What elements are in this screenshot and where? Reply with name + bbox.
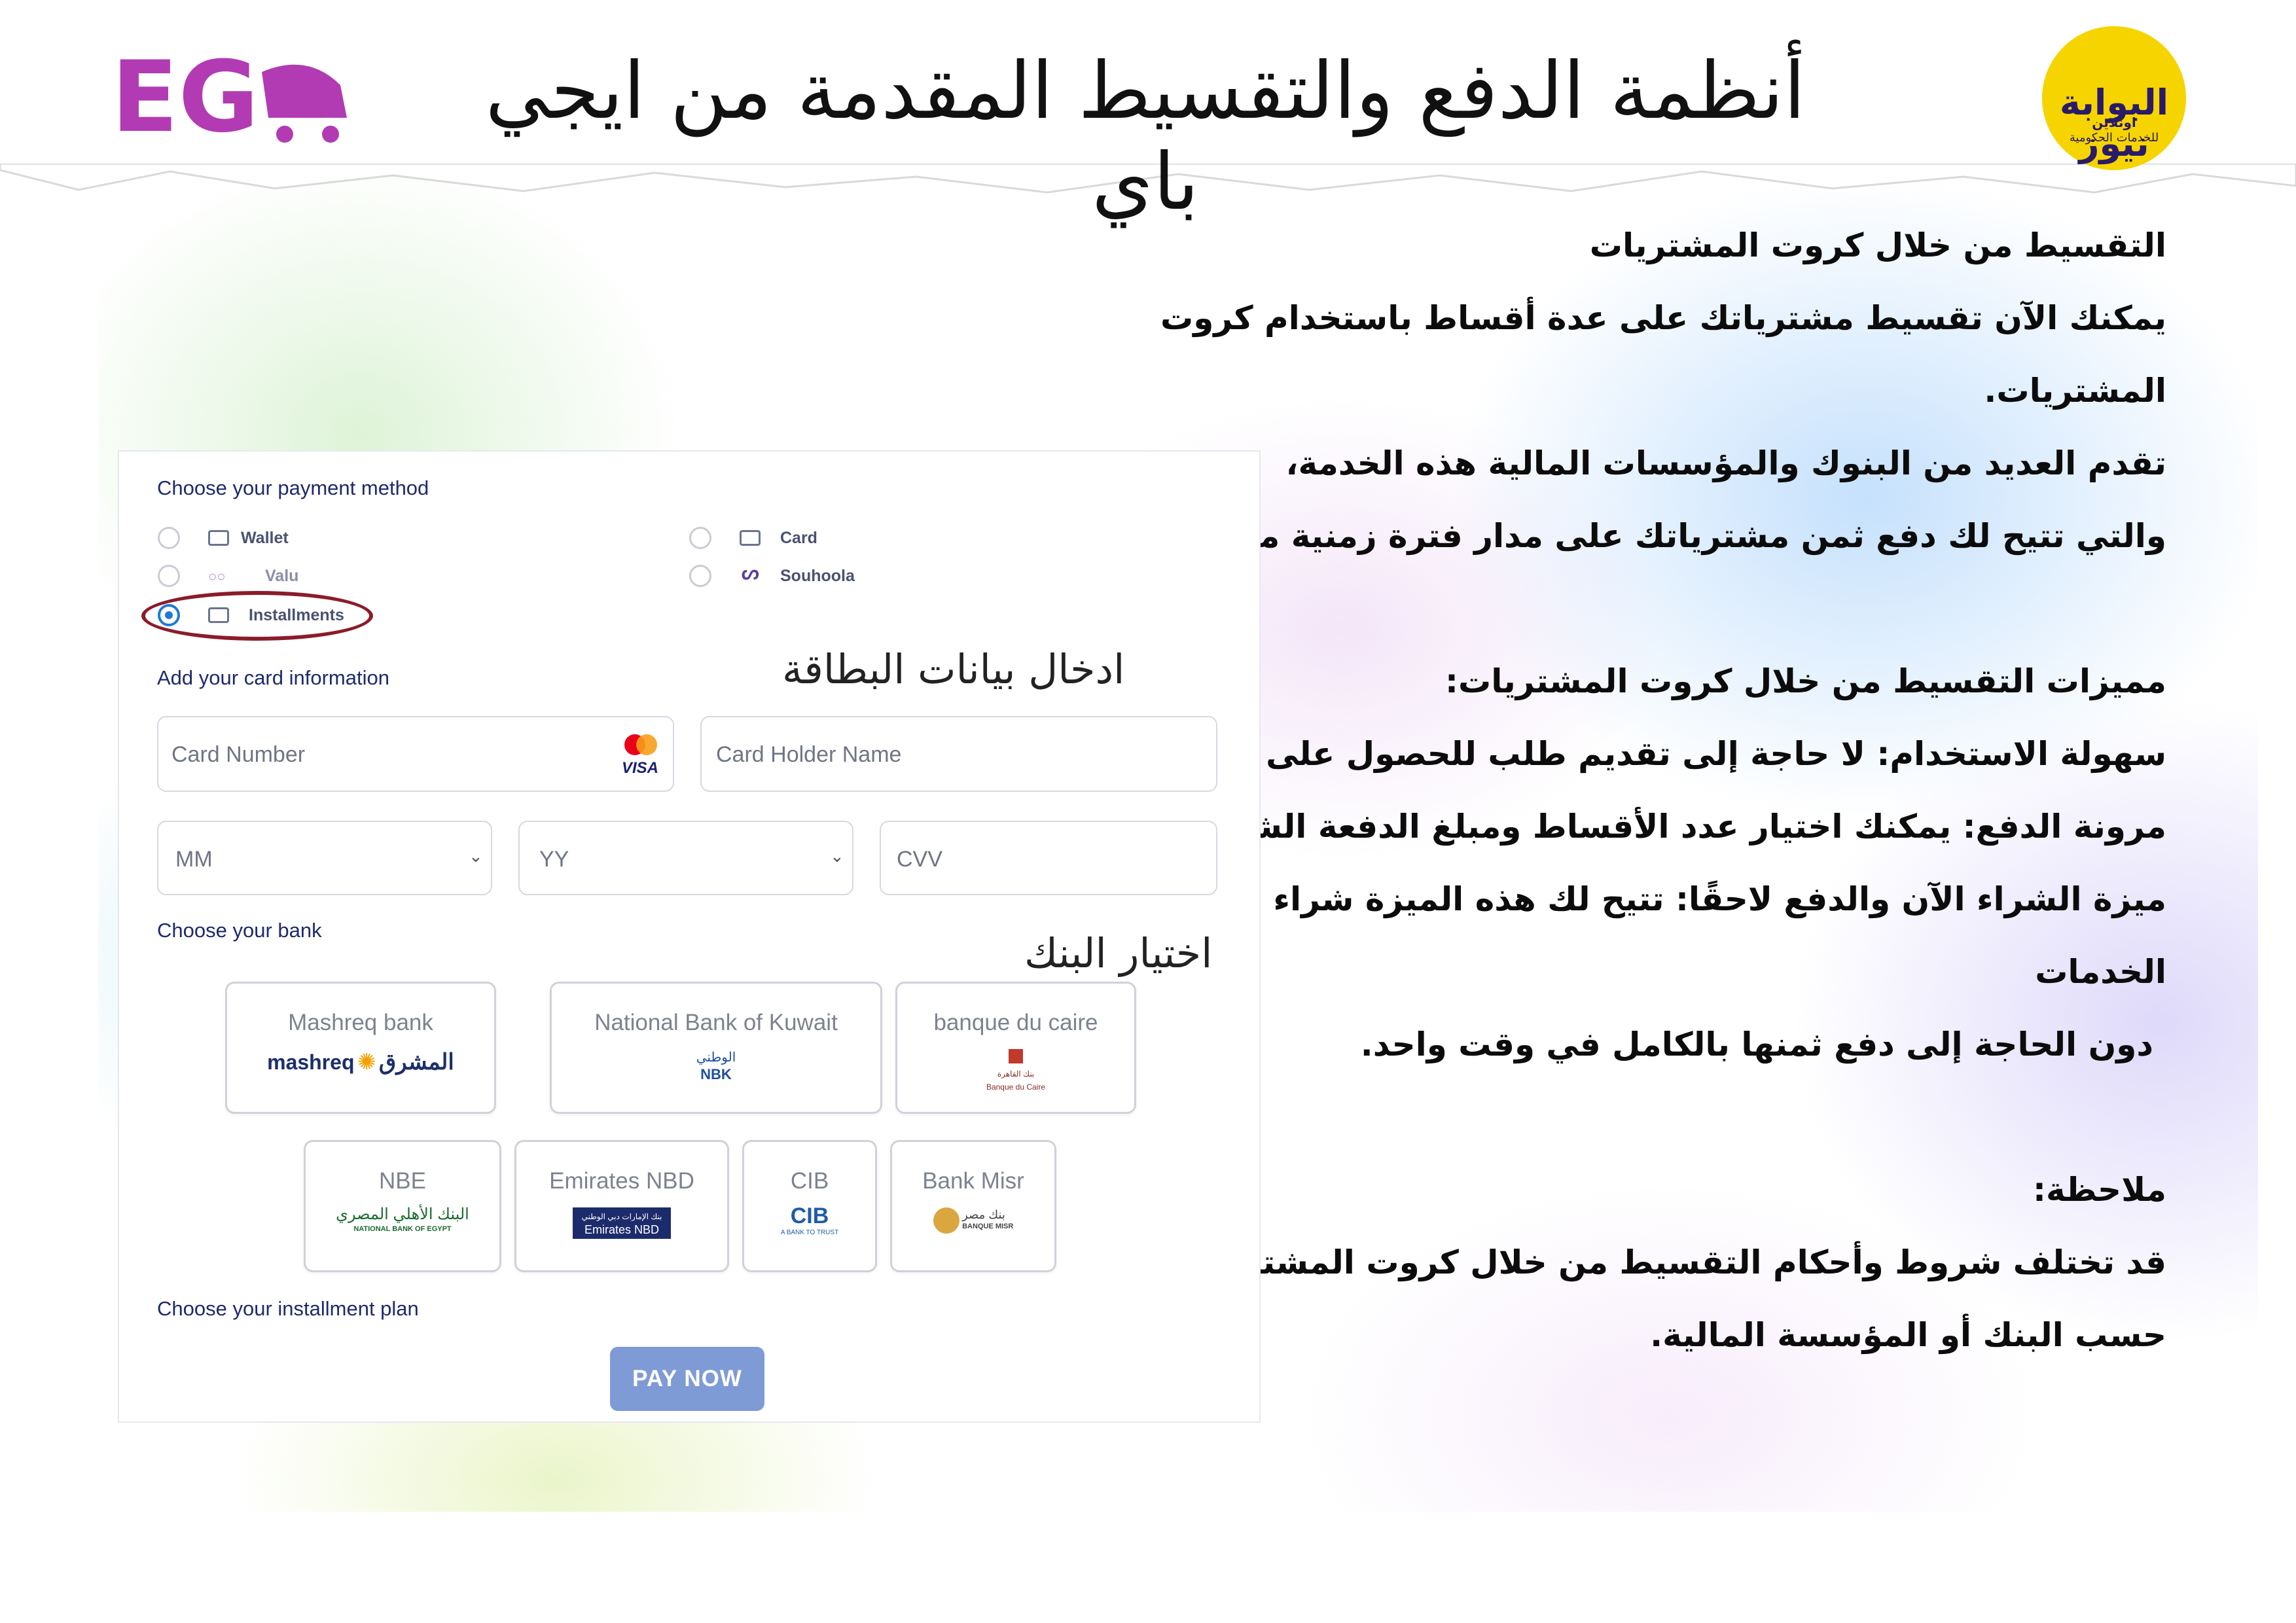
cvv-placeholder: CVV xyxy=(897,847,942,872)
albawaba-logo-caption: للخدمات الحكومية xyxy=(2069,131,2159,145)
visa-icon: VISA xyxy=(622,759,659,777)
albawaba-logo: البوابة نيوز اونلاين للخدمات الحكومية xyxy=(2042,26,2186,170)
bank-name: Emirates NBD xyxy=(549,1168,694,1194)
article-line: ميزة الشراء الآن والدفع لاحقًا: تتيح لك … xyxy=(1126,880,2166,918)
article-line: المشتريات. xyxy=(1984,372,2166,410)
article-line: قد تختلف شروط وأحكام التقسيط من خلال كرو… xyxy=(1185,1243,2166,1281)
article-line: سهولة الاستخدام: لا حاجة إلى تقديم طلب ل… xyxy=(1156,735,2166,773)
egypay-logo: EG xyxy=(111,46,347,151)
bank-option-nbk[interactable]: National Bank of Kuwait الوطني NBK xyxy=(550,982,882,1114)
article-line xyxy=(1165,1081,2166,1154)
article-line xyxy=(1165,573,2166,645)
chevron-down-icon: ⌄ xyxy=(830,847,844,866)
radio-valu[interactable] xyxy=(158,565,180,587)
choose-plan-label: Choose your installment plan xyxy=(157,1297,419,1320)
pay-now-button[interactable]: PAY NOW xyxy=(610,1347,764,1411)
add-card-info-label: Add your card information xyxy=(157,666,389,689)
article-line: مميزات التقسيط من خلال كروت المشتريات: xyxy=(1444,662,2166,700)
radio-card[interactable] xyxy=(689,527,711,549)
article-line: حسب البنك أو المؤسسة المالية. xyxy=(1650,1316,2166,1354)
card-holder-field[interactable]: Card Holder Name xyxy=(700,716,1217,792)
article-line: مرونة الدفع: يمكنك اختيار عدد الأقساط وم… xyxy=(1163,808,2166,846)
radio-souhoola[interactable] xyxy=(689,565,711,587)
bank-option-emirates-nbd[interactable]: Emirates NBD بنك الإمارات دبي الوطني Emi… xyxy=(514,1140,729,1272)
bank-option-cib[interactable]: CIB CIB A BANK TO TRUST xyxy=(742,1140,877,1272)
card-number-field[interactable]: Card Number VISA xyxy=(157,716,674,792)
wallet-icon xyxy=(208,530,229,546)
method-souhoola-label: Souhoola xyxy=(780,567,855,585)
article-line: تقدم العديد من البنوك والمؤسسات المالية … xyxy=(1285,444,2166,482)
card-icon xyxy=(740,530,761,546)
article-line: والتي تتيح لك دفع ثمن مشترياتك على مدار … xyxy=(1168,517,2166,555)
bank-note: اختيار البنك xyxy=(1024,929,1213,977)
expiry-month-select[interactable]: MM ⌄ xyxy=(157,821,492,895)
bank-name: Mashreq bank xyxy=(288,1010,433,1035)
article-line: دون الحاجة إلى دفع ثمنها بالكامل في وقت … xyxy=(1360,1026,2153,1063)
nbk-logo-icon: الوطني NBK xyxy=(696,1050,736,1082)
choose-method-label: Choose your payment method xyxy=(157,476,429,499)
bank-name: banque du caire xyxy=(933,1010,1098,1035)
card-number-placeholder: Card Number xyxy=(171,742,306,767)
cib-logo-icon: CIB A BANK TO TRUST xyxy=(780,1204,839,1236)
method-valu-label: Valu xyxy=(265,567,299,585)
mastercard-icon xyxy=(624,734,657,755)
card-holder-placeholder: Card Holder Name xyxy=(716,742,902,767)
bank-option-bank-misr[interactable]: Bank Misr بنك مصر BANQUE MISR xyxy=(890,1140,1056,1272)
article-line: يمكنك الآن تقسيط مشترياتك على عدة أقساط … xyxy=(1160,299,2166,337)
chevron-down-icon: ⌄ xyxy=(469,847,483,866)
emirates-nbd-logo-icon: بنك الإمارات دبي الوطني Emirates NBD xyxy=(516,1207,727,1239)
bank-option-nbe[interactable]: NBE البنك الأهلي المصري NATIONAL BANK OF… xyxy=(304,1140,501,1272)
bank-misr-logo-icon: بنك مصر BANQUE MISR xyxy=(892,1207,1054,1234)
mashreq-logo-icon: mashreq ✺ المشرق xyxy=(267,1050,454,1075)
valu-logo-icon: ○○ xyxy=(208,568,226,584)
yy-placeholder: YY xyxy=(539,847,569,872)
article-line: الخدمات xyxy=(2035,953,2166,991)
albawaba-logo-sub: اونلاين xyxy=(2092,115,2136,130)
egypay-logo-text: EG xyxy=(111,46,259,151)
expiry-year-select[interactable]: YY ⌄ xyxy=(518,821,853,895)
page-title: أنظمة الدفع والتقسيط المقدمة من ايجي باي xyxy=(485,46,1806,228)
bank-name: NBE xyxy=(379,1168,426,1194)
card-info-note: ادخال بيانات البطاقة xyxy=(782,645,1125,693)
bank-option-mashreq[interactable]: Mashreq bank mashreq ✺ المشرق xyxy=(225,982,496,1114)
cvv-field[interactable]: CVV xyxy=(880,821,1217,895)
bank-name: Bank Misr xyxy=(922,1168,1024,1194)
article-text: التقسيط من خلال كروت المشتريات يمكنك الآ… xyxy=(1126,209,2166,1372)
article-line: ملاحظة: xyxy=(2033,1171,2166,1209)
bank-name: National Bank of Kuwait xyxy=(594,1010,838,1035)
souhoola-icon: ᔕ xyxy=(742,562,759,584)
bank-name: CIB xyxy=(790,1168,829,1194)
choose-bank-label: Choose your bank xyxy=(157,919,322,942)
nbe-logo-icon: البنك الأهلي المصري NATIONAL BANK OF EGY… xyxy=(336,1205,469,1234)
highlight-ring xyxy=(141,591,373,641)
bank-option-banque-du-caire[interactable]: banque du caire بنك القاهرة Banque du Ca… xyxy=(895,982,1136,1114)
mm-placeholder: MM xyxy=(175,847,213,872)
banque-du-caire-logo-icon: بنك القاهرة Banque du Caire xyxy=(897,1049,1134,1094)
radio-wallet[interactable] xyxy=(158,527,180,549)
method-wallet-label: Wallet xyxy=(241,529,289,547)
method-card-label: Card xyxy=(780,529,817,547)
article-line: التقسيط من خلال كروت المشتريات xyxy=(1589,226,2166,264)
